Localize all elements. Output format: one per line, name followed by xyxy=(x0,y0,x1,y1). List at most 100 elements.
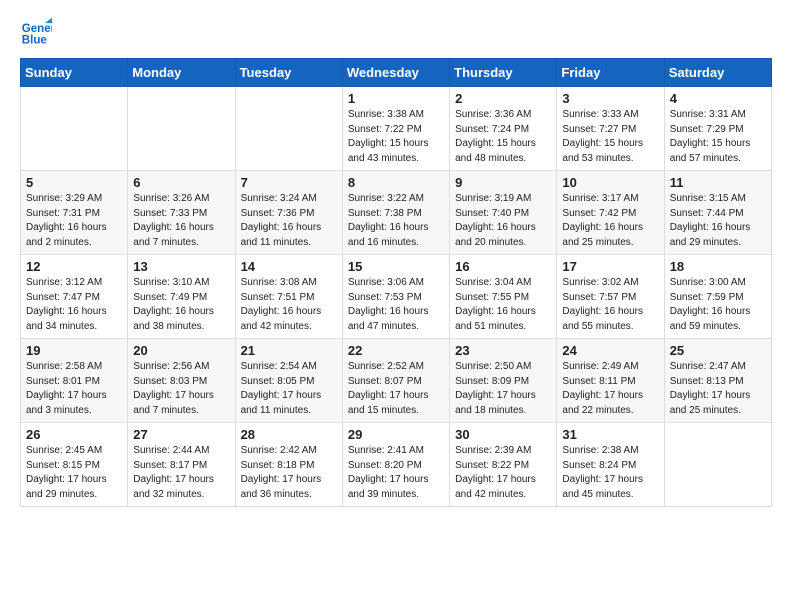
day-number: 25 xyxy=(670,343,766,358)
day-number: 26 xyxy=(26,427,122,442)
calendar-cell xyxy=(21,87,128,171)
day-number: 29 xyxy=(348,427,444,442)
day-info: Sunrise: 3:15 AM Sunset: 7:44 PM Dayligh… xyxy=(670,192,766,250)
svg-text:General: General xyxy=(22,23,52,35)
day-number: 30 xyxy=(455,427,551,442)
weekday-header-thursday: Thursday xyxy=(450,59,557,87)
calendar-cell: 20 Sunrise: 2:56 AM Sunset: 8:03 PM Dayli… xyxy=(128,339,235,423)
calendar-cell xyxy=(128,87,235,171)
day-number: 31 xyxy=(562,427,658,442)
calendar-cell: 6Sunrise: 3:26 AM Sunset: 7:33 PM Daylig… xyxy=(128,171,235,255)
calendar-cell: 13Sunrise: 3:10 AM Sunset: 7:49 PM Dayli… xyxy=(128,255,235,339)
day-info: Sunrise: 2:42 AM Sunset: 8:18 PM Dayligh… xyxy=(241,444,337,502)
calendar-cell: 2 Sunrise: 3:36 AM Sunset: 7:24 PM Daylig… xyxy=(450,87,557,171)
calendar-cell: 4 Sunrise: 3:31 AM Sunset: 7:29 PM Daylig… xyxy=(664,87,771,171)
calendar-cell: 16Sunrise: 3:04 AM Sunset: 7:55 PM Dayli… xyxy=(450,255,557,339)
weekday-header-saturday: Saturday xyxy=(664,59,771,87)
day-number: 7 xyxy=(241,175,337,190)
calendar-cell: 1 Sunrise: 3:38 AM Sunset: 7:22 PM Daylig… xyxy=(342,87,449,171)
calendar-week-row: 19 Sunrise: 2:58 AM Sunset: 8:01 PM Dayli… xyxy=(21,339,772,423)
calendar-week-row: 12 Sunrise: 3:12 AM Sunset: 7:47 PM Dayli… xyxy=(21,255,772,339)
day-info: Sunrise: 3:24 AM Sunset: 7:36 PM Dayligh… xyxy=(241,192,337,250)
logo: General Blue xyxy=(20,16,56,48)
day-number: 12 xyxy=(26,259,122,274)
day-info: Sunrise: 3:00 AM Sunset: 7:59 PM Dayligh… xyxy=(670,276,766,334)
weekday-header-row: SundayMondayTuesdayWednesdayThursdayFrid… xyxy=(21,59,772,87)
weekday-header-sunday: Sunday xyxy=(21,59,128,87)
day-number: 28 xyxy=(241,427,337,442)
calendar-cell: 10 Sunrise: 3:17 AM Sunset: 7:42 PM Dayli… xyxy=(557,171,664,255)
day-info: Sunrise: 3:36 AM Sunset: 7:24 PM Dayligh… xyxy=(455,108,551,166)
calendar-cell: 22Sunrise: 2:52 AM Sunset: 8:07 PM Dayli… xyxy=(342,339,449,423)
calendar-cell: 24 Sunrise: 2:49 AM Sunset: 8:11 PM Dayli… xyxy=(557,339,664,423)
day-number: 13 xyxy=(133,259,229,274)
day-info: Sunrise: 3:17 AM Sunset: 7:42 PM Dayligh… xyxy=(562,192,658,250)
day-info: Sunrise: 2:45 AM Sunset: 8:15 PM Dayligh… xyxy=(26,444,122,502)
calendar-cell: 19 Sunrise: 2:58 AM Sunset: 8:01 PM Dayli… xyxy=(21,339,128,423)
day-number: 3 xyxy=(562,91,658,106)
calendar-cell: 17Sunrise: 3:02 AM Sunset: 7:57 PM Dayli… xyxy=(557,255,664,339)
day-info: Sunrise: 2:38 AM Sunset: 8:24 PM Dayligh… xyxy=(562,444,658,502)
calendar-cell: 14 Sunrise: 3:08 AM Sunset: 7:51 PM Dayli… xyxy=(235,255,342,339)
day-number: 18 xyxy=(670,259,766,274)
day-number: 5 xyxy=(26,175,122,190)
calendar-table: SundayMondayTuesdayWednesdayThursdayFrid… xyxy=(20,58,772,507)
calendar-cell: 31 Sunrise: 2:38 AM Sunset: 8:24 PM Dayli… xyxy=(557,423,664,507)
day-number: 2 xyxy=(455,91,551,106)
calendar-cell: 9 Sunrise: 3:19 AM Sunset: 7:40 PM Daylig… xyxy=(450,171,557,255)
page: General Blue SundayMondayTuesdayWednesda… xyxy=(0,0,792,612)
calendar-cell: 27Sunrise: 2:44 AM Sunset: 8:17 PM Dayli… xyxy=(128,423,235,507)
day-info: Sunrise: 3:08 AM Sunset: 7:51 PM Dayligh… xyxy=(241,276,337,334)
day-info: Sunrise: 3:02 AM Sunset: 7:57 PM Dayligh… xyxy=(562,276,658,334)
calendar-cell: 8 Sunrise: 3:22 AM Sunset: 7:38 PM Daylig… xyxy=(342,171,449,255)
calendar-cell: 21Sunrise: 2:54 AM Sunset: 8:05 PM Dayli… xyxy=(235,339,342,423)
day-number: 4 xyxy=(670,91,766,106)
logo-icon: General Blue xyxy=(20,16,52,48)
day-number: 24 xyxy=(562,343,658,358)
weekday-header-friday: Friday xyxy=(557,59,664,87)
calendar-cell xyxy=(235,87,342,171)
day-number: 16 xyxy=(455,259,551,274)
day-info: Sunrise: 3:31 AM Sunset: 7:29 PM Dayligh… xyxy=(670,108,766,166)
calendar-week-row: 26 Sunrise: 2:45 AM Sunset: 8:15 PM Dayli… xyxy=(21,423,772,507)
day-info: Sunrise: 2:54 AM Sunset: 8:05 PM Dayligh… xyxy=(241,360,337,418)
calendar-cell: 23Sunrise: 2:50 AM Sunset: 8:09 PM Dayli… xyxy=(450,339,557,423)
day-number: 20 xyxy=(133,343,229,358)
calendar-cell: 12 Sunrise: 3:12 AM Sunset: 7:47 PM Dayli… xyxy=(21,255,128,339)
day-number: 10 xyxy=(562,175,658,190)
calendar-cell xyxy=(664,423,771,507)
calendar-week-row: 1 Sunrise: 3:38 AM Sunset: 7:22 PM Daylig… xyxy=(21,87,772,171)
calendar-cell: 29Sunrise: 2:41 AM Sunset: 8:20 PM Dayli… xyxy=(342,423,449,507)
day-number: 9 xyxy=(455,175,551,190)
day-info: Sunrise: 3:29 AM Sunset: 7:31 PM Dayligh… xyxy=(26,192,122,250)
calendar-cell: 25Sunrise: 2:47 AM Sunset: 8:13 PM Dayli… xyxy=(664,339,771,423)
calendar-cell: 28 Sunrise: 2:42 AM Sunset: 8:18 PM Dayli… xyxy=(235,423,342,507)
day-info: Sunrise: 3:22 AM Sunset: 7:38 PM Dayligh… xyxy=(348,192,444,250)
day-info: Sunrise: 2:52 AM Sunset: 8:07 PM Dayligh… xyxy=(348,360,444,418)
day-info: Sunrise: 2:49 AM Sunset: 8:11 PM Dayligh… xyxy=(562,360,658,418)
day-number: 8 xyxy=(348,175,444,190)
day-number: 27 xyxy=(133,427,229,442)
calendar-cell: 26 Sunrise: 2:45 AM Sunset: 8:15 PM Dayli… xyxy=(21,423,128,507)
day-number: 11 xyxy=(670,175,766,190)
day-info: Sunrise: 2:39 AM Sunset: 8:22 PM Dayligh… xyxy=(455,444,551,502)
day-number: 14 xyxy=(241,259,337,274)
calendar-cell: 30 Sunrise: 2:39 AM Sunset: 8:22 PM Dayli… xyxy=(450,423,557,507)
day-info: Sunrise: 2:58 AM Sunset: 8:01 PM Dayligh… xyxy=(26,360,122,418)
day-info: Sunrise: 3:06 AM Sunset: 7:53 PM Dayligh… xyxy=(348,276,444,334)
day-info: Sunrise: 3:19 AM Sunset: 7:40 PM Dayligh… xyxy=(455,192,551,250)
calendar-cell: 7 Sunrise: 3:24 AM Sunset: 7:36 PM Daylig… xyxy=(235,171,342,255)
day-number: 6 xyxy=(133,175,229,190)
calendar-cell: 11 Sunrise: 3:15 AM Sunset: 7:44 PM Dayli… xyxy=(664,171,771,255)
day-number: 19 xyxy=(26,343,122,358)
day-info: Sunrise: 3:12 AM Sunset: 7:47 PM Dayligh… xyxy=(26,276,122,334)
weekday-header-tuesday: Tuesday xyxy=(235,59,342,87)
day-number: 23 xyxy=(455,343,551,358)
day-info: Sunrise: 3:38 AM Sunset: 7:22 PM Dayligh… xyxy=(348,108,444,166)
header: General Blue xyxy=(20,16,772,48)
calendar-week-row: 5 Sunrise: 3:29 AM Sunset: 7:31 PM Daylig… xyxy=(21,171,772,255)
weekday-header-wednesday: Wednesday xyxy=(342,59,449,87)
day-number: 1 xyxy=(348,91,444,106)
svg-text:Blue: Blue xyxy=(22,35,48,47)
day-info: Sunrise: 2:56 AM Sunset: 8:03 PM Dayligh… xyxy=(133,360,229,418)
